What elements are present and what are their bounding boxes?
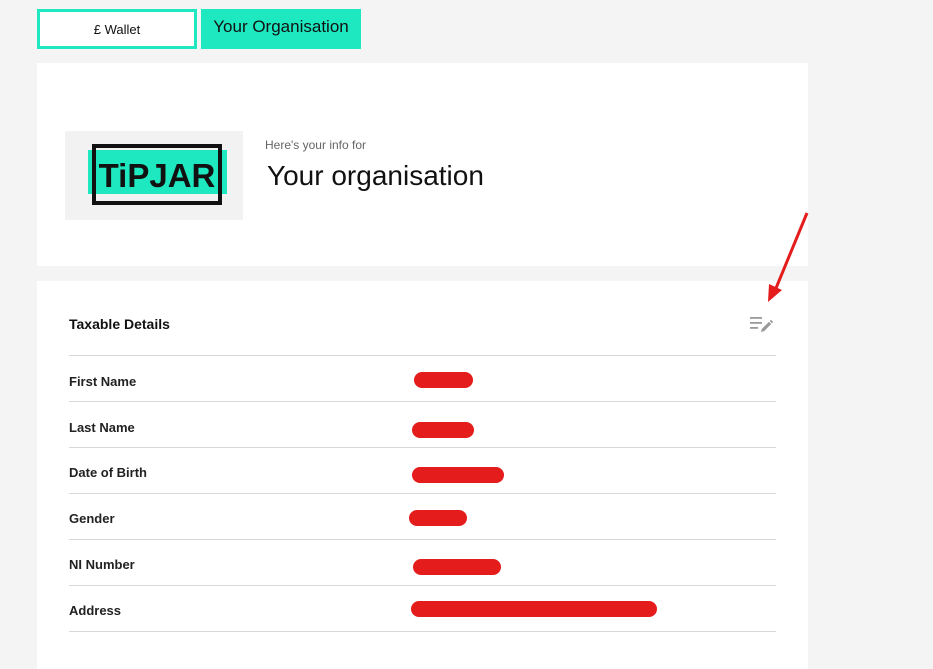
organisation-logo: TiPJAR — [65, 131, 243, 220]
row-divider — [69, 631, 776, 632]
logo-text: TiPJAR — [99, 157, 216, 194]
taxable-details-title: Taxable Details — [69, 316, 170, 332]
label-date-of-birth: Date of Birth — [69, 465, 147, 480]
info-intro: Here's your info for — [265, 138, 366, 152]
row-divider — [69, 585, 776, 586]
tab-wallet-label: £ Wallet — [93, 21, 141, 37]
redacted-value-first-name — [414, 372, 473, 388]
row-divider — [69, 447, 776, 448]
organisation-header-card: TiPJAR Here's your info for Your organis… — [37, 63, 808, 266]
redacted-value-address — [411, 601, 657, 617]
organisation-name: Your organisation — [267, 160, 484, 191]
taxable-details-card: Taxable Details First Name Last Name Dat… — [37, 281, 808, 669]
label-ni-number: NI Number — [69, 557, 135, 572]
label-address: Address — [69, 603, 122, 618]
row-divider — [69, 493, 776, 494]
tipjar-logo-icon: TiPJAR — [88, 144, 227, 205]
redacted-value-ni-number — [413, 559, 501, 575]
tab-your-organisation[interactable]: Your Organisation — [201, 9, 361, 49]
row-divider — [69, 355, 776, 356]
tab-wallet[interactable]: £ Wallet — [37, 9, 197, 49]
row-divider — [69, 539, 776, 540]
edit-list-icon[interactable] — [749, 313, 775, 335]
redacted-value-last-name — [412, 422, 474, 438]
label-gender: Gender — [69, 511, 115, 526]
label-last-name: Last Name — [69, 420, 135, 435]
row-divider — [69, 401, 776, 402]
redacted-value-date-of-birth — [412, 467, 504, 483]
redacted-value-gender — [409, 510, 467, 526]
tab-organisation-label: Your Organisation — [213, 17, 349, 36]
label-first-name: First Name — [69, 374, 137, 389]
